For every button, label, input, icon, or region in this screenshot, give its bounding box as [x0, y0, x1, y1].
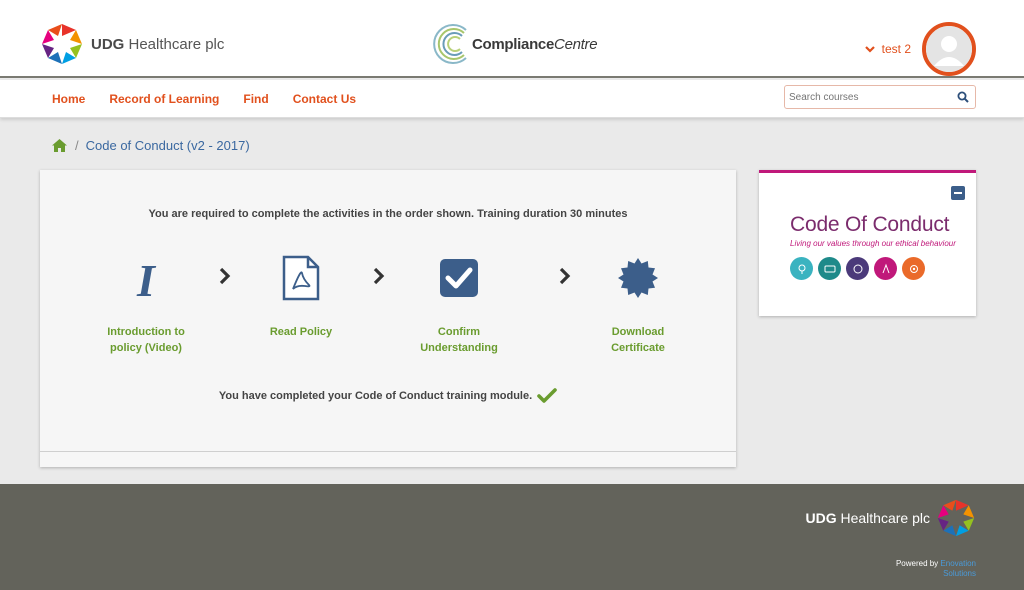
udg-logo-icon [937, 499, 975, 537]
value-icon [818, 257, 841, 280]
footer-brand[interactable]: UDG Healthcare plc [805, 498, 976, 538]
completion-message: You have completed your Code of Conduct … [40, 388, 736, 404]
nav-record-of-learning[interactable]: Record of Learning [109, 92, 219, 106]
values-icons [790, 257, 930, 280]
breadcrumb-separator: / [75, 138, 79, 153]
brand-name: UDG Healthcare plc [91, 35, 225, 53]
step-label: Download Certificate [611, 326, 665, 354]
enovation-link[interactable]: Enovation [940, 559, 976, 568]
avatar[interactable] [922, 22, 976, 76]
side-card-subtitle: Living our values through our ethical be… [790, 239, 956, 248]
completion-text: You have completed your Code of Conduct … [218, 390, 533, 402]
user-silhouette-icon [926, 26, 972, 72]
solutions-link[interactable]: Solutions [943, 569, 976, 578]
udg-brand[interactable]: UDG Healthcare plc [40, 22, 224, 66]
value-icon [846, 257, 869, 280]
user-name[interactable]: test 2 [882, 42, 911, 56]
svg-text:I: I [136, 256, 157, 300]
side-card-title: Code Of Conduct [790, 213, 950, 236]
italic-i-icon: I [81, 254, 211, 302]
step-label: Introduction to policy (Video) [107, 326, 185, 354]
step-label: Read Policy [269, 326, 333, 338]
site-footer: UDG Healthcare plc Powered by Enovation … [0, 484, 1024, 590]
nav-find[interactable]: Find [243, 92, 268, 106]
course-summary-card: Code Of Conduct Living our values throug… [759, 170, 976, 316]
breadcrumb-current[interactable]: Code of Conduct (v2 - 2017) [86, 138, 250, 153]
search-box [784, 85, 976, 109]
compliance-centre-text: ComplianceCentre [472, 35, 598, 53]
compliance-centre-icon [433, 24, 467, 64]
course-activities-card: You are required to complete the activit… [40, 170, 736, 467]
value-icon [790, 257, 813, 280]
chevron-down-icon[interactable] [864, 43, 876, 55]
step-download-certificate[interactable]: Download Certificate [573, 254, 703, 356]
step-introduction-video[interactable]: I Introduction to policy (Video) [81, 254, 211, 356]
value-icon [902, 257, 925, 280]
home-icon[interactable] [52, 139, 67, 152]
breadcrumb: / Code of Conduct (v2 - 2017) [52, 138, 250, 153]
chevron-right-icon [219, 267, 231, 285]
certificate-badge-icon [573, 254, 703, 302]
step-read-policy[interactable]: Read Policy [236, 254, 366, 340]
compliance-centre-logo[interactable]: ComplianceCentre [432, 22, 598, 66]
chevron-right-icon [559, 267, 571, 285]
search-icon[interactable] [957, 91, 969, 103]
chevron-right-icon [373, 267, 385, 285]
card-divider [40, 451, 736, 452]
powered-by: Powered by Enovation Solutions [895, 559, 976, 578]
udg-logo-icon [42, 24, 82, 64]
site-header: UDG Healthcare plc ComplianceCentre test… [0, 0, 1024, 78]
search-input[interactable] [785, 91, 945, 103]
step-confirm-understanding[interactable]: Confirm Understanding [394, 254, 524, 356]
nav-links: Home Record of Learning Find Contact Us [52, 92, 380, 106]
footer-brand-name: UDG Healthcare plc [805, 510, 930, 526]
main-nav: Home Record of Learning Find Contact Us [0, 80, 1024, 118]
checkmark-icon [537, 388, 557, 403]
collapse-button[interactable] [951, 186, 965, 200]
step-label: Confirm Understanding [420, 326, 498, 354]
checkbox-icon [394, 254, 524, 302]
nav-home[interactable]: Home [52, 92, 85, 106]
value-icon [874, 257, 897, 280]
course-instructions: You are required to complete the activit… [148, 208, 628, 220]
nav-contact-us[interactable]: Contact Us [293, 92, 356, 106]
pdf-document-icon [236, 254, 366, 302]
user-menu[interactable]: test 2 [864, 22, 976, 76]
